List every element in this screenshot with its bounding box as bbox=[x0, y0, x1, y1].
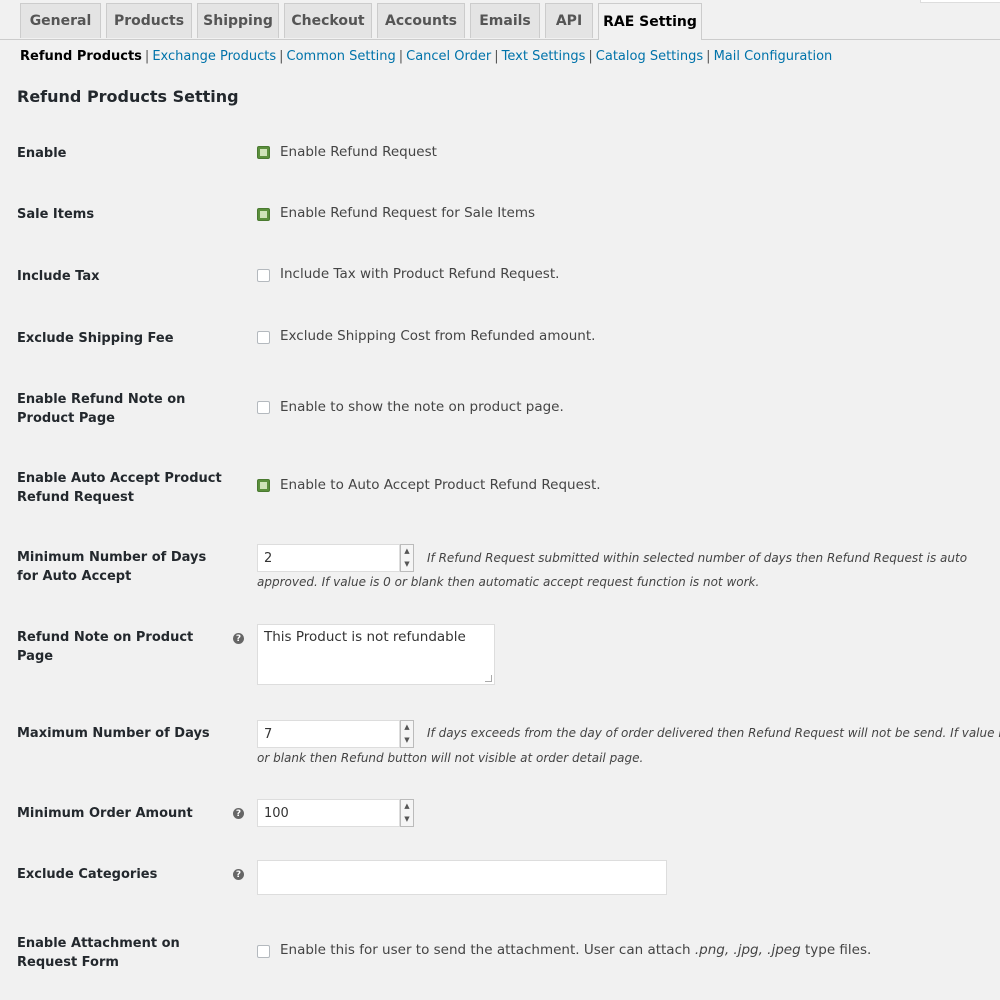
max-days-description-1: If days exceeds from the day of order de… bbox=[427, 726, 1000, 740]
subnav-link-text-settings[interactable]: Text Settings bbox=[502, 49, 586, 64]
checkbox-label-attachment: Enable this for user to send the attachm… bbox=[280, 942, 871, 958]
max-days-description-2: or blank then Refund button will not vis… bbox=[257, 751, 644, 765]
spin-up-icon[interactable]: ▲ bbox=[401, 545, 413, 558]
subnav-separator: | bbox=[144, 49, 150, 64]
subnav-separator: | bbox=[494, 49, 499, 64]
tab-shipping[interactable]: Shipping bbox=[197, 3, 279, 38]
label-enable-refund-note: Enable Refund Note on Product Page bbox=[17, 392, 186, 426]
tab-accounts[interactable]: Accounts bbox=[377, 3, 465, 38]
checkbox-attachment[interactable] bbox=[257, 945, 270, 958]
label-min-days: Minimum Number of Days for Auto Accept bbox=[17, 550, 207, 584]
checkbox-auto-accept[interactable] bbox=[257, 479, 270, 492]
refund-note-text: This Product is not refundable bbox=[264, 629, 466, 645]
subnav-link-exchange-products[interactable]: Exchange Products bbox=[152, 49, 276, 64]
subnav-link-catalog-settings[interactable]: Catalog Settings bbox=[596, 49, 703, 64]
resize-grip-icon[interactable] bbox=[485, 675, 492, 682]
max-days-spinner[interactable]: ▲ ▼ bbox=[400, 720, 414, 748]
min-order-input[interactable]: 100 bbox=[257, 799, 400, 827]
label-min-order: Minimum Order Amount bbox=[17, 806, 193, 821]
checkbox-label-auto-accept: Enable to Auto Accept Product Refund Req… bbox=[280, 477, 601, 493]
checkbox-exclude-shipping[interactable] bbox=[257, 331, 270, 344]
label-sale-items: Sale Items bbox=[17, 207, 95, 222]
label-exclude-shipping: Exclude Shipping Fee bbox=[17, 331, 174, 346]
min-days-spinner[interactable]: ▲ ▼ bbox=[400, 544, 414, 572]
section-title: Refund Products Setting bbox=[17, 87, 239, 106]
help-icon[interactable]: ? bbox=[233, 633, 244, 644]
label-include-tax: Include Tax bbox=[17, 269, 100, 284]
label-enable: Enable bbox=[17, 146, 67, 161]
help-icon[interactable]: ? bbox=[233, 869, 244, 880]
subsection-nav: Refund Products | Exchange Products | Common… bbox=[20, 49, 832, 67]
tab-checkout[interactable]: Checkout bbox=[284, 3, 372, 38]
subnav-link-mail-configuration[interactable]: Mail Configuration bbox=[714, 49, 833, 64]
tab-products[interactable]: Products bbox=[106, 3, 192, 38]
help-icon[interactable]: ? bbox=[233, 808, 244, 819]
exclude-categories-input[interactable] bbox=[257, 860, 667, 895]
subnav-link-common-setting[interactable]: Common Setting bbox=[287, 49, 396, 64]
checkbox-label-sale-items: Enable Refund Request for Sale Items bbox=[280, 205, 536, 221]
subnav-separator: | bbox=[279, 49, 284, 64]
spin-down-icon[interactable]: ▼ bbox=[401, 813, 413, 826]
tab-emails[interactable]: Emails bbox=[470, 3, 540, 38]
tab-general[interactable]: General bbox=[20, 3, 101, 38]
tab-api[interactable]: API bbox=[545, 3, 593, 38]
settings-tab-bar: General Products Shipping Checkout Accou… bbox=[0, 0, 1000, 40]
subnav-separator: | bbox=[588, 49, 593, 64]
refund-note-textarea[interactable]: This Product is not refundable bbox=[257, 624, 495, 685]
spin-up-icon[interactable]: ▲ bbox=[401, 721, 413, 734]
subnav-current-refund-products: Refund Products bbox=[20, 49, 142, 64]
label-auto-accept: Enable Auto Accept Product Refund Reques… bbox=[17, 471, 222, 505]
checkbox-label-exclude-shipping: Exclude Shipping Cost from Refunded amou… bbox=[280, 328, 596, 344]
checkbox-enable-refund[interactable] bbox=[257, 146, 270, 159]
checkbox-label-enable-refund: Enable Refund Request bbox=[280, 144, 437, 160]
attachment-text-post: type files. bbox=[800, 942, 872, 958]
checkbox-include-tax[interactable] bbox=[257, 269, 270, 282]
min-days-description-2: approved. If value is 0 or blank then au… bbox=[257, 575, 760, 589]
checkbox-sale-items[interactable] bbox=[257, 208, 270, 221]
checkbox-label-enable-refund-note: Enable to show the note on product page. bbox=[280, 399, 564, 415]
label-exclude-categories: Exclude Categories bbox=[17, 867, 158, 882]
min-order-spinner[interactable]: ▲ ▼ bbox=[400, 799, 414, 827]
attachment-file-types: .png, .jpg, .jpeg bbox=[694, 942, 801, 958]
attachment-text-pre: Enable this for user to send the attachm… bbox=[280, 942, 695, 958]
label-max-days: Maximum Number of Days bbox=[17, 726, 210, 741]
subnav-separator: | bbox=[706, 49, 711, 64]
subnav-link-cancel-order[interactable]: Cancel Order bbox=[406, 49, 491, 64]
spin-up-icon[interactable]: ▲ bbox=[401, 800, 413, 813]
label-refund-note: Refund Note on Product Page bbox=[17, 630, 194, 664]
checkbox-enable-refund-note[interactable] bbox=[257, 401, 270, 414]
tab-rae-setting[interactable]: RAE Setting bbox=[598, 3, 702, 40]
label-attachment: Enable Attachment on Request Form bbox=[17, 936, 180, 970]
subnav-separator: | bbox=[398, 49, 404, 64]
screen-options-edge bbox=[920, 0, 1000, 3]
min-days-description-1: If Refund Request submitted within selec… bbox=[427, 551, 968, 565]
min-days-input[interactable]: 2 bbox=[257, 544, 400, 572]
checkbox-label-include-tax: Include Tax with Product Refund Request. bbox=[280, 266, 560, 282]
max-days-input[interactable]: 7 bbox=[257, 720, 400, 748]
